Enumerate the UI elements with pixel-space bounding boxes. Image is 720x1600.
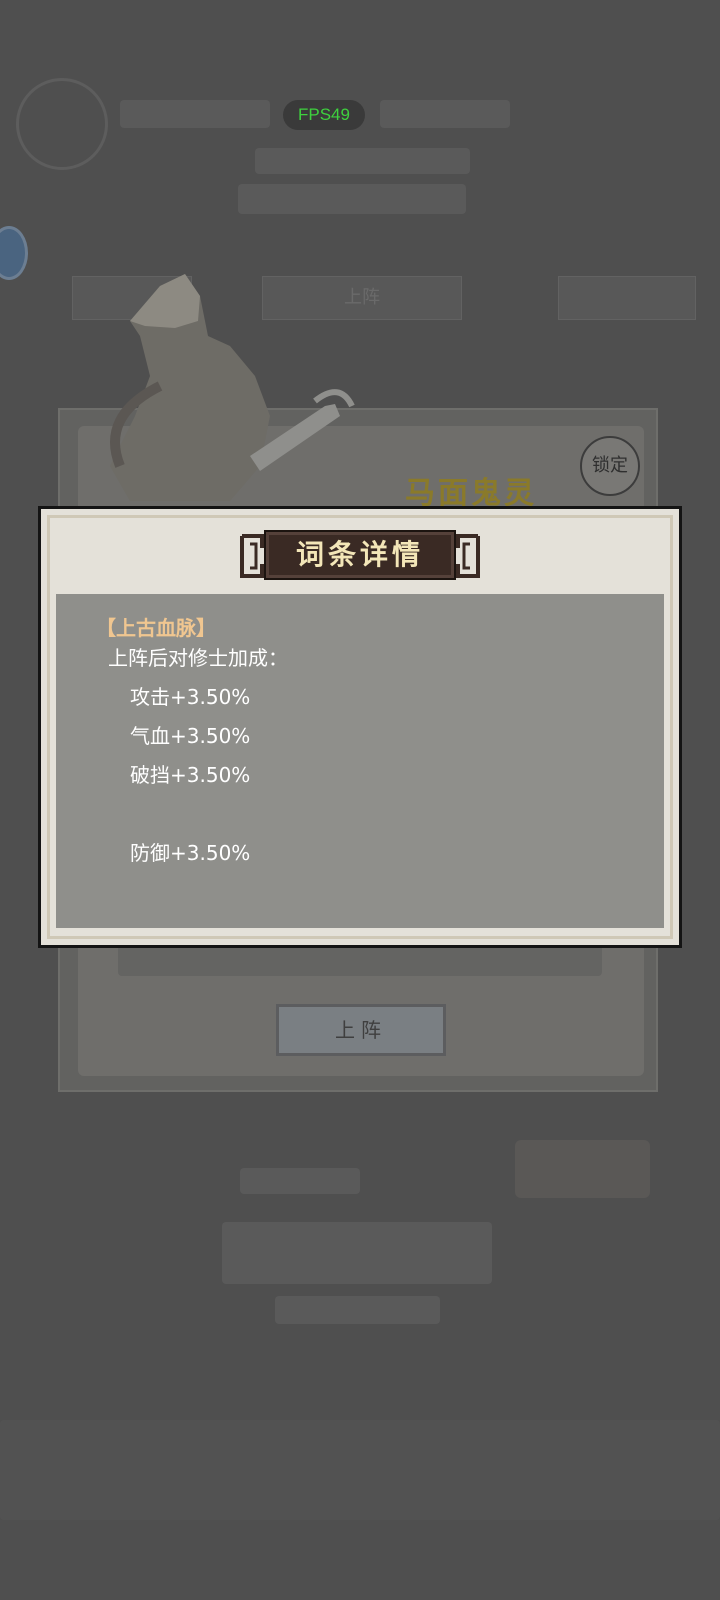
fps-counter: FPS49 xyxy=(283,100,365,130)
lock-button[interactable]: 锁定 xyxy=(580,436,640,496)
player-power-blur xyxy=(238,184,466,214)
bottom-panel-blur xyxy=(222,1222,492,1284)
effect-break: 破挡+3.50% xyxy=(130,763,251,787)
effect-attack: 攻击+3.50% xyxy=(130,685,251,709)
pet-portrait-icon xyxy=(110,274,355,501)
dialog-title: 词条详情 xyxy=(295,538,424,571)
effect-defense: 防御+3.50% xyxy=(130,841,251,865)
player-name-blur xyxy=(120,100,270,128)
player-info-blur xyxy=(255,148,470,174)
bottom-text-blur xyxy=(240,1168,360,1194)
tab-right[interactable] xyxy=(558,276,696,320)
effect-hp: 气血+3.50% xyxy=(130,724,251,748)
bottom-action-button[interactable] xyxy=(515,1140,650,1198)
deploy-button[interactable]: 上阵 xyxy=(276,1004,446,1056)
side-event-badge[interactable] xyxy=(0,226,28,280)
trait-name: 【上古血脉】 xyxy=(96,616,216,640)
player-level-blur xyxy=(380,100,510,128)
dialog-title-plate: 词条详情 xyxy=(240,524,480,588)
bottom-nav-blur xyxy=(0,1420,720,1520)
trait-subtitle: 上阵后对修士加成： xyxy=(108,646,288,670)
bottom-label-blur xyxy=(275,1296,440,1324)
player-avatar xyxy=(16,78,108,170)
